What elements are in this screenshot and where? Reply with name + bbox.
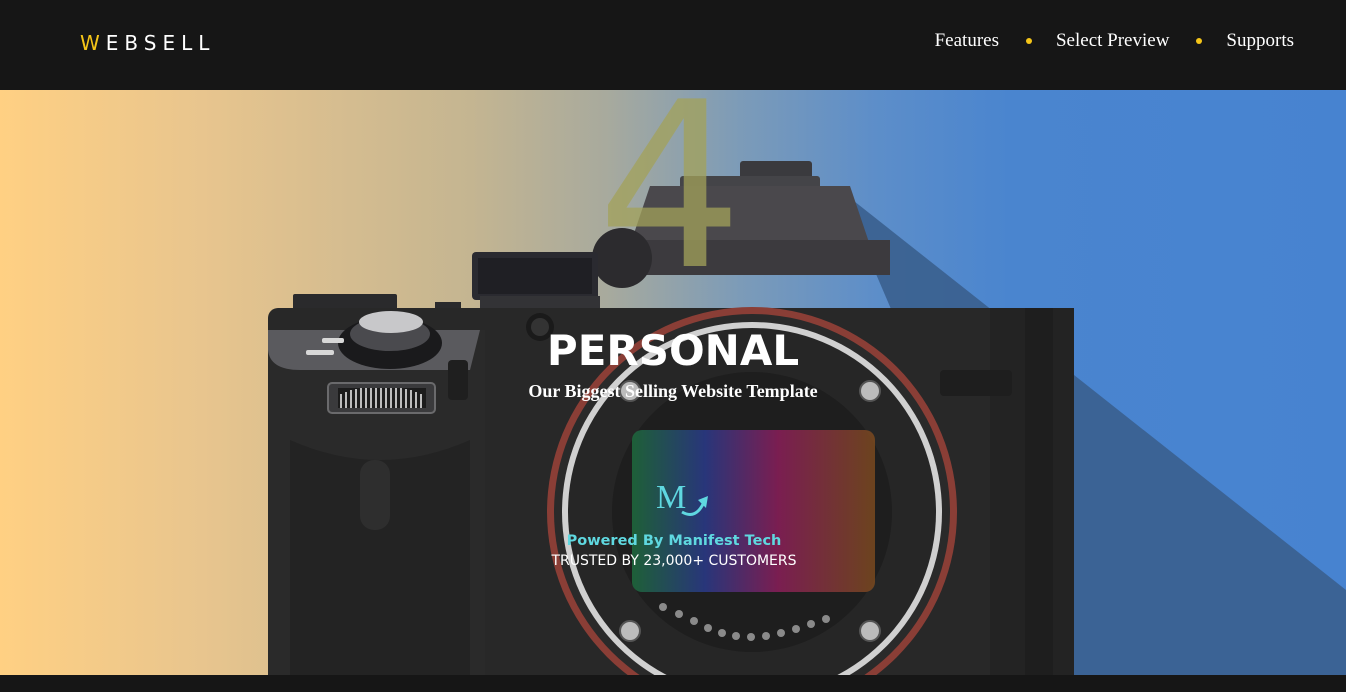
logo-rest: EBSELL [105, 31, 216, 55]
nav-features[interactable]: Features [935, 28, 999, 54]
svg-text:M: M [656, 479, 686, 516]
site-logo[interactable]: WEBSELL [80, 30, 215, 56]
big-number: 4 [597, 90, 743, 321]
nav-separator-dot [1025, 38, 1032, 44]
bottom-strip [0, 675, 1346, 692]
site-header: WEBSELL Features Select Preview Supports [0, 0, 1346, 90]
manifest-tech-logo-icon: M [656, 479, 708, 516]
hero-subtitle: Our Biggest Selling Website Template [528, 381, 818, 401]
hero-title: PERSONAL [546, 326, 800, 375]
nav-supports[interactable]: Supports [1226, 28, 1294, 54]
logo-first-letter: W [80, 31, 106, 55]
main-nav: Features Select Preview Supports [935, 28, 1294, 54]
nav-separator-dot [1196, 38, 1203, 44]
powered-by-text: Powered By Manifest Tech [566, 533, 782, 549]
trusted-by-text: TRUSTED BY 23,000+ CUSTOMERS [551, 553, 797, 569]
nav-select-preview[interactable]: Select Preview [1056, 28, 1169, 54]
